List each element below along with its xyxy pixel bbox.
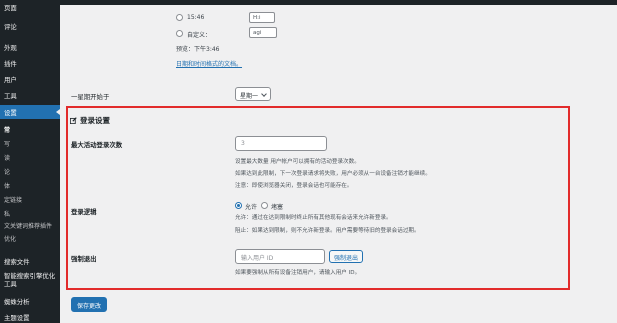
time-format-radio-custom[interactable] bbox=[176, 30, 183, 37]
force-logout-desc: 如果要强制从所有设备注销用户，请输入用户 ID。 bbox=[235, 270, 361, 276]
time-format-code-1: H:i bbox=[249, 12, 275, 23]
force-logout-user-id-input[interactable]: 输入用户 ID bbox=[235, 249, 325, 264]
sidebar-item-settings[interactable]: 设置 bbox=[0, 105, 60, 119]
login-logic-desc-block: 阻止：如果达到限制，则不允许新登录。用户需要等待旧的登录会话过期。 bbox=[235, 228, 420, 234]
time-format-custom-input[interactable]: agi bbox=[249, 27, 277, 38]
login-logic-block-label: 堵塞 bbox=[271, 204, 284, 211]
sidebar-item-plugins[interactable]: 插件 bbox=[4, 59, 17, 68]
login-logic-desc-allow: 允许：通过在达到限制时终止所有其他现有会话来允许新登录。 bbox=[235, 215, 392, 221]
sidebar-item-appearance[interactable]: 外观 bbox=[4, 43, 17, 52]
week-start-label: 一星期开始于 bbox=[71, 93, 110, 101]
sidebar-subitem-reading[interactable]: 读 bbox=[4, 153, 10, 162]
max-sessions-desc-1: 设置最大数量 用户帐户可以拥有的活动登录次数。 bbox=[235, 159, 360, 165]
week-start-value: 星期一 bbox=[240, 93, 259, 100]
sidebar-item-comments[interactable]: 评论 bbox=[4, 22, 17, 31]
sidebar-item-label: 设置 bbox=[4, 109, 17, 117]
week-start-select[interactable]: 星期一 bbox=[235, 87, 271, 101]
max-sessions-input[interactable]: 3 bbox=[235, 136, 327, 151]
login-settings-title: 登录设置 bbox=[69, 115, 110, 126]
login-logic-allow-label: 允许 bbox=[245, 204, 258, 211]
admin-sidebar: 页面 评论 外观 插件 用户 工具 设置 常 写 读 论 体 定链接 私 文关键… bbox=[0, 0, 60, 323]
sidebar-item-pages[interactable]: 页面 bbox=[4, 3, 17, 12]
date-time-doc-link[interactable]: 日期和时间格式的文档。 bbox=[176, 59, 242, 68]
edit-icon bbox=[69, 116, 77, 126]
login-logic-allow-radio[interactable] bbox=[235, 202, 242, 209]
time-format-custom-label: 自定义： bbox=[187, 32, 212, 39]
sidebar-subitem-optimize[interactable]: 优化 bbox=[4, 234, 16, 243]
max-sessions-label: 最大活动登录次数 bbox=[71, 141, 123, 149]
sidebar-item-search-files[interactable]: 搜索文件 bbox=[4, 257, 30, 266]
sidebar-subitem-media[interactable]: 体 bbox=[4, 181, 10, 190]
settings-content: 15:46 H:i 自定义： agi 预览：下午3:46 日期和时间格式的文档。… bbox=[60, 5, 617, 323]
sidebar-subitem-writing[interactable]: 写 bbox=[4, 139, 10, 148]
sidebar-subitem-privacy[interactable]: 私 bbox=[4, 209, 10, 218]
force-logout-placeholder: 输入用户 ID bbox=[241, 255, 274, 262]
save-changes-button[interactable]: 保存更改 bbox=[71, 297, 108, 312]
sidebar-subitem-discussion[interactable]: 论 bbox=[4, 167, 10, 176]
sidebar-subitem-general[interactable]: 常 bbox=[4, 125, 10, 134]
chevron-down-icon bbox=[261, 91, 267, 97]
max-sessions-desc-3: 注意：即使浏览器关闭，登录会话也可能存在。 bbox=[235, 183, 353, 189]
sidebar-subitem-permalinks[interactable]: 定链接 bbox=[4, 195, 22, 204]
sidebar-item-spider-analysis[interactable]: 蜘蛛分析 bbox=[4, 297, 30, 306]
time-format-preview: 预览：下午3:46 bbox=[176, 46, 220, 53]
login-settings-title-text: 登录设置 bbox=[80, 116, 110, 125]
max-sessions-desc-2: 如果达到此限制，下一次登录请求将失败，用户必须从一台设备注销才能继续。 bbox=[235, 171, 431, 177]
login-logic-label: 登录逻辑 bbox=[71, 208, 97, 216]
sidebar-subitem-keyword-plugin[interactable]: 文关键词推荐插件 bbox=[4, 221, 52, 230]
sidebar-item-tools[interactable]: 工具 bbox=[4, 91, 17, 100]
sidebar-item-seo-tool[interactable]: 智能搜索引擎优化工具 bbox=[4, 272, 58, 288]
force-logout-button[interactable]: 强制退出 bbox=[329, 250, 364, 263]
sidebar-item-users[interactable]: 用户 bbox=[4, 75, 17, 84]
time-format-option-1-label: 15:46 bbox=[187, 14, 205, 21]
sidebar-item-theme-settings[interactable]: 主题设置 bbox=[4, 313, 30, 322]
time-format-radio-1[interactable] bbox=[176, 14, 183, 21]
login-logic-block-radio[interactable] bbox=[261, 202, 268, 209]
max-sessions-value: 3 bbox=[241, 140, 245, 147]
force-logout-label: 强制退出 bbox=[71, 255, 97, 263]
